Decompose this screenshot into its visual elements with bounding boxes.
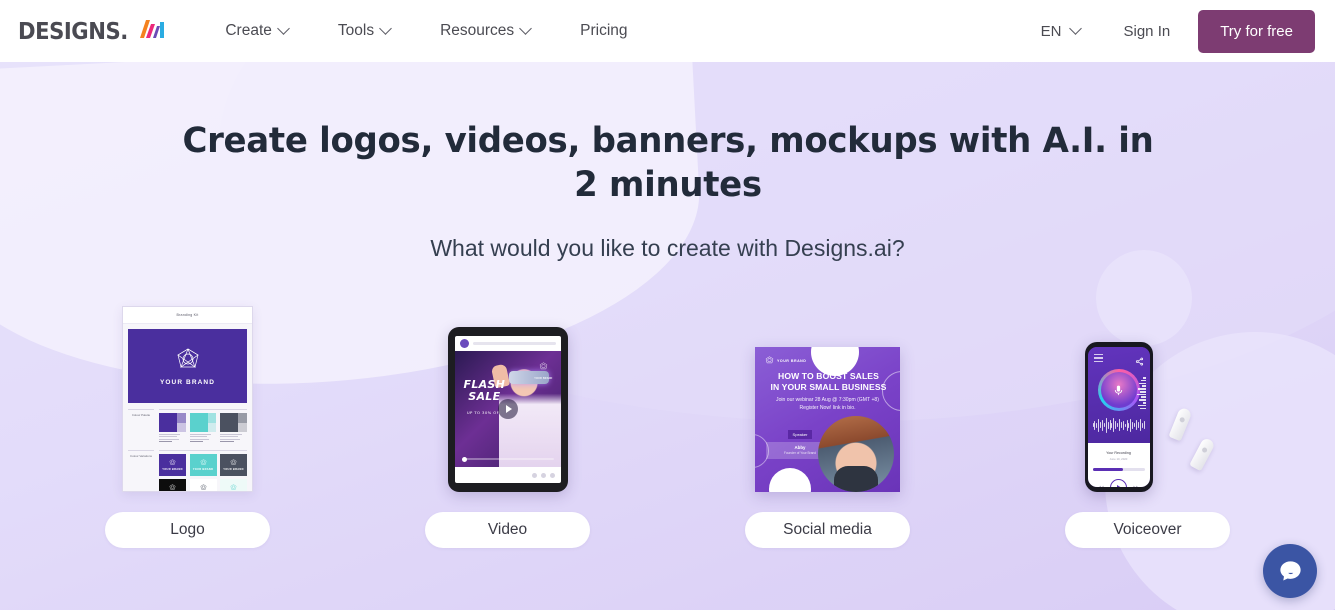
social-description: Join our webinar 28 Aug @ 7:30pm (GMT +8…: [776, 397, 879, 411]
language-label: EN: [1040, 22, 1062, 40]
variation-tile: YOUR BRAND: [220, 453, 247, 476]
placeholder-line: [472, 342, 556, 345]
product-card-social-media[interactable]: YOUR BRAND HOW TO BOOST SALES IN YOUR SM…: [668, 300, 988, 548]
playback-controls: [1097, 479, 1140, 487]
card-button-video[interactable]: Video: [425, 512, 590, 548]
earbud-icon: [1167, 406, 1193, 442]
post-footer: [455, 467, 561, 483]
carousel-dot[interactable]: [540, 472, 546, 478]
chevron-down-icon: [379, 21, 392, 35]
chevron-down-icon: [519, 21, 533, 35]
nav-label: Pricing: [580, 22, 628, 39]
nav-item-pricing[interactable]: Pricing: [555, 22, 652, 40]
variation-tile: YOUR BRAND: [189, 453, 217, 476]
chevron-down-icon: [1068, 21, 1082, 35]
phone-mockup: Your Recording June 10, 2020: [1084, 342, 1153, 492]
product-card-list: Branding Kit YOUR BRAND Colour Palette C…: [0, 300, 1335, 548]
card-button-voiceover[interactable]: Voiceover: [1065, 512, 1230, 548]
carousel-dot[interactable]: [549, 472, 555, 478]
variation-tile: YOUR BRAND: [220, 479, 247, 491]
nav-item-create[interactable]: Create: [200, 21, 313, 40]
brand-name: YOUR BRAND: [159, 378, 216, 386]
card-artwork-logo: Branding Kit YOUR BRAND Colour Palette C…: [122, 300, 253, 492]
card-button-social-media[interactable]: Social media: [745, 512, 910, 548]
branding-kit-mockup: Branding Kit YOUR BRAND Colour Palette C…: [122, 306, 253, 492]
speaker-photo: [818, 416, 894, 492]
carousel-dot[interactable]: [531, 472, 537, 478]
palette-swatch-group: [159, 413, 186, 444]
card-artwork-video: FLASH SALE UP TO 30% OFF YOUR BRAND: [447, 300, 568, 492]
logo-ai-mark-icon: [138, 18, 166, 44]
chevron-down-icon: [277, 21, 290, 35]
recording-date: June 10, 2020: [1109, 457, 1128, 461]
next-icon: [1133, 485, 1139, 487]
post-header: [455, 336, 561, 351]
main-navigation: Create Tools Resources Pricing: [200, 21, 652, 40]
product-card-logo[interactable]: Branding Kit YOUR BRAND Colour Palette C…: [28, 300, 348, 548]
page-title: Create logos, videos, banners, mockups w…: [181, 121, 1154, 205]
branding-kit-header: Branding Kit: [123, 307, 252, 324]
palette-swatch-group: [220, 413, 248, 444]
try-for-free-button[interactable]: Try for free: [1198, 9, 1315, 53]
hero-content: Create logos, videos, banners, mockups w…: [0, 119, 1335, 548]
recording-title: Your Recording: [1106, 451, 1131, 455]
card-artwork-social-media: YOUR BRAND HOW TO BOOST SALES IN YOUR SM…: [755, 300, 900, 492]
variation-tile: YOUR BRAND: [189, 479, 217, 491]
nav-label: Resources: [440, 22, 515, 39]
variation-tile: YOUR BRAND: [159, 479, 186, 491]
nav-label: Create: [225, 22, 272, 39]
social-post-mockup: YOUR BRAND HOW TO BOOST SALES IN YOUR SM…: [755, 347, 900, 492]
logo[interactable]: DESIGNS.: [18, 18, 166, 45]
microphone-icon: [1114, 385, 1123, 395]
chat-bubble-icon: [1279, 560, 1301, 580]
language-selector[interactable]: EN: [1025, 21, 1096, 40]
level-meter: [1136, 377, 1146, 410]
speaker-tag: Speaker: [787, 430, 813, 439]
avatar: [459, 339, 469, 348]
brand-logo-icon: [176, 347, 199, 368]
nav-item-resources[interactable]: Resources: [415, 21, 555, 40]
previous-icon: [1098, 485, 1104, 487]
brand-hero-panel: YOUR BRAND: [128, 329, 247, 403]
product-card-video[interactable]: FLASH SALE UP TO 30% OFF YOUR BRAND Vide…: [348, 300, 668, 548]
colour-variations-section: Colour Variations YOUR BRAND YOUR BRAND: [128, 449, 247, 491]
sign-in-link[interactable]: Sign In: [1096, 23, 1199, 40]
playback-progress[interactable]: [1092, 468, 1145, 471]
video-progress-bar[interactable]: [461, 456, 554, 462]
earbud-icon: [1188, 436, 1216, 472]
play-button[interactable]: [497, 399, 518, 419]
nav-label: Tools: [337, 22, 375, 39]
hamburger-menu-icon[interactable]: [1093, 354, 1103, 364]
waveform: [1092, 416, 1145, 434]
colour-palette-section: Colour Palette: [128, 409, 248, 444]
decorative-circle: [769, 468, 811, 492]
video-frame: FLASH SALE UP TO 30% OFF YOUR BRAND: [454, 351, 561, 467]
variations-label: Colour Variations: [128, 449, 154, 491]
share-icon[interactable]: [1135, 353, 1144, 371]
video-brand: YOUR BRAND: [534, 358, 552, 380]
hero-subtitle: What would you like to create with Desig…: [430, 235, 905, 261]
tablet-mockup: FLASH SALE UP TO 30% OFF YOUR BRAND: [447, 327, 568, 492]
logo-text: DESIGNS.: [18, 18, 128, 45]
product-card-voiceover[interactable]: Your Recording June 10, 2020 Voiceover: [988, 300, 1308, 548]
chat-widget-button[interactable]: [1263, 544, 1317, 598]
variation-tile: YOUR BRAND: [159, 453, 186, 476]
nav-item-tools[interactable]: Tools: [313, 21, 415, 40]
card-button-logo[interactable]: Logo: [105, 512, 270, 548]
header-actions: EN Sign In Try for free: [1025, 9, 1315, 53]
card-artwork-voiceover: Your Recording June 10, 2020: [1073, 300, 1223, 492]
hero-section: Create logos, videos, banners, mockups w…: [0, 62, 1335, 610]
palette-label: Colour Palette: [128, 409, 154, 444]
site-header: DESIGNS. Create Tools Resources Pricing: [0, 0, 1335, 62]
social-brand: YOUR BRAND: [765, 356, 806, 365]
play-button[interactable]: [1110, 479, 1127, 487]
record-button[interactable]: [1097, 369, 1140, 411]
social-headline: HOW TO BOOST SALES IN YOUR SMALL BUSINES…: [770, 371, 887, 392]
palette-swatch-group: [189, 413, 217, 444]
